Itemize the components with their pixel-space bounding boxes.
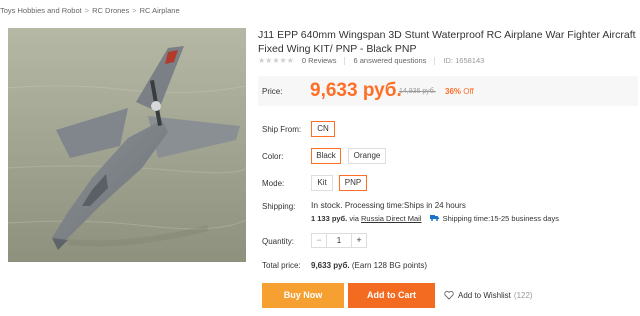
total-price-label: Total price: [262,261,301,270]
stock-status: In stock. Processing time:Ships in 24 ho… [311,200,466,210]
quantity-stepper: − 1 + [311,233,367,248]
shipping-label: Shipping: [262,202,296,211]
rc-jet-illustration [8,28,246,262]
divider [344,56,346,65]
product-id: ID: 1658143 [443,56,485,65]
color-label: Color: [262,152,284,161]
breadcrumb-item-toys[interactable]: Toys Hobbies and Robot [0,6,82,15]
wishlist-label: Add to Wishlist [458,290,511,300]
quantity-input[interactable]: 1 [326,234,352,247]
star-icon: ★ [265,55,273,65]
add-to-cart-button[interactable]: Add to Cart [348,283,435,308]
shipping-method-link[interactable]: Russia Direct Mail [361,214,421,223]
original-price: 14,936 руб. [399,88,436,95]
quantity-decrease-button[interactable]: − [312,234,326,247]
breadcrumb-separator: > [132,6,137,15]
truck-icon [429,214,441,223]
mode-option-kit[interactable]: Kit [311,175,333,191]
product-title: J11 EPP 640mm Wingspan 3D Stunt Waterpro… [258,29,636,55]
discount-percent: 36% [445,87,462,96]
reviews-link[interactable]: 0 Reviews [302,56,337,65]
buy-now-button[interactable]: Buy Now [262,283,344,308]
total-price-value: 9,633 руб. [311,261,350,270]
breadcrumb-separator: > [84,6,90,15]
quantity-label: Quantity: [262,237,295,246]
divider [434,56,436,65]
star-icon: ★ [286,55,294,65]
stock-text: In stock. [311,200,343,210]
quantity-increase-button[interactable]: + [352,234,366,247]
total-price: 9,633 руб. (Earn 128 BG points) [311,261,427,270]
price-box: Price: 9,633 руб. 14,936 руб. 36% Off [258,76,638,106]
rating-row: ★ ★ ★ ★ ★ 0 Reviews 6 answered questions… [258,56,484,65]
star-icon: ★ [272,55,280,65]
discount-word: Off [463,87,474,96]
star-icon: ★ [279,55,287,65]
mode-label: Mode: [262,179,285,188]
mode-option-pnp[interactable]: PNP [339,175,367,191]
processing-time: Processing time:Ships in 24 hours [344,201,466,210]
ship-from-option-cn[interactable]: CN [311,121,335,137]
shipping-cost: 1 133 руб. [311,214,348,223]
ship-from-label: Ship From: [262,125,302,134]
current-price: 9,633 руб. [310,80,402,101]
discount-badge: 36% Off [445,87,474,96]
star-icon: ★ [258,55,266,65]
heart-icon [444,290,454,300]
questions-link[interactable]: 6 answered questions [353,56,426,65]
shipping-via: via [349,214,359,223]
color-option-orange[interactable]: Orange [348,148,386,164]
add-to-wishlist-button[interactable]: Add to Wishlist (122) [444,290,533,300]
price-label: Price: [262,87,283,96]
breadcrumb: Toys Hobbies and Robot > RC Drones > RC Airp… [0,6,180,15]
breadcrumb-item-rc-drones[interactable]: RC Drones [92,6,129,15]
color-option-black[interactable]: Black [311,148,341,164]
wishlist-count: (122) [513,290,533,300]
shipping-time: Shipping time:15-25 business days [442,214,559,223]
product-image[interactable] [8,28,246,262]
shipping-details: 1 133 руб. via Russia Direct Mail Shippi… [311,214,559,223]
bg-points: (Earn 128 BG points) [351,261,428,270]
breadcrumb-item-rc-airplane[interactable]: RC Airplane [140,6,180,15]
rating-stars: ★ ★ ★ ★ ★ [258,55,294,65]
